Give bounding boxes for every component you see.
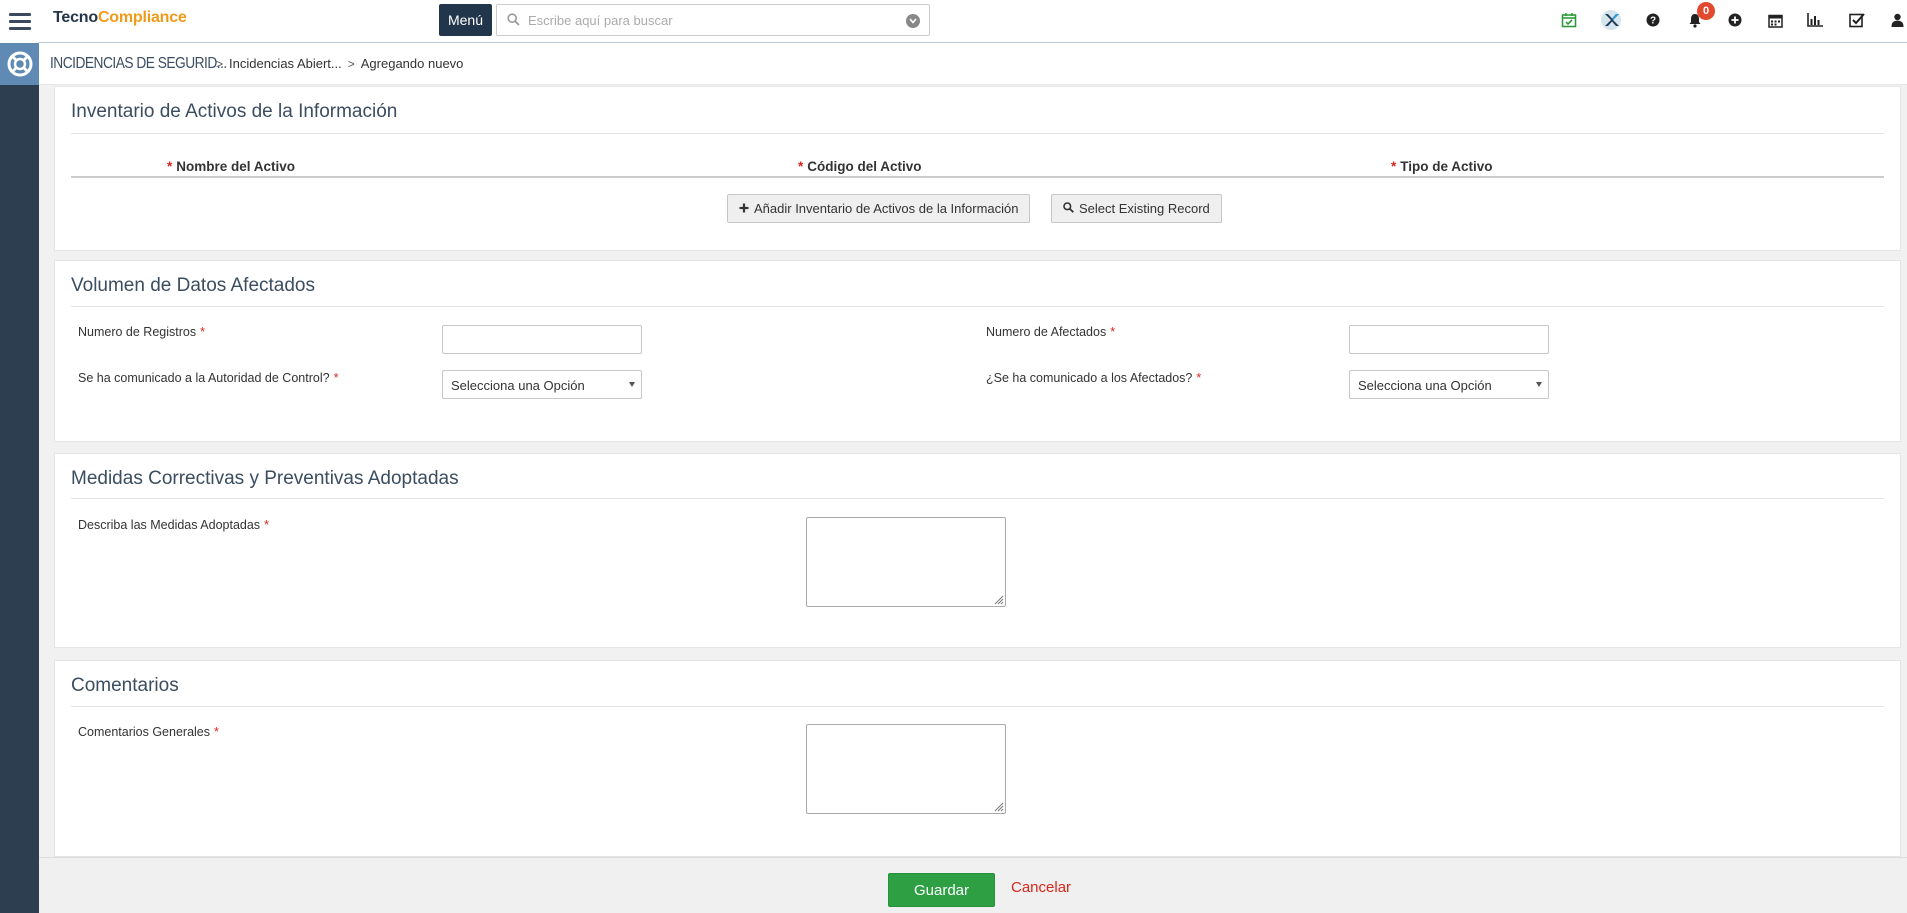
- comentarios-generales-label: Comentarios Generales *: [78, 725, 219, 739]
- plus-circle-icon[interactable]: [1723, 8, 1747, 32]
- divider: [71, 706, 1884, 707]
- select-existing-label: Select Existing Record: [1079, 201, 1210, 216]
- bar-chart-icon[interactable]: [1803, 8, 1827, 32]
- required-mark: *: [1391, 159, 1397, 174]
- dropdown-arrow-icon: [1536, 382, 1542, 387]
- resize-grip-icon[interactable]: [992, 593, 1004, 605]
- select-value: Selecciona una Opción: [1358, 378, 1492, 393]
- numero-registros-input[interactable]: [442, 325, 642, 354]
- calendar-icon[interactable]: [1763, 8, 1787, 32]
- search-input[interactable]: [528, 10, 888, 30]
- logo-text-compliance: Compliance: [97, 9, 187, 26]
- label-text: Describa las Medidas Adoptadas: [78, 518, 261, 532]
- column-header-nombre: * Nombre del Activo: [167, 159, 295, 174]
- select-value: Selecciona una Opción: [451, 378, 585, 393]
- breadcrumb-label: Agregando nuevo: [360, 56, 464, 71]
- column-header-tipo: * Tipo de Activo: [1391, 159, 1493, 174]
- breadcrumb-item-level3: > Agregando nuevo: [348, 56, 464, 71]
- help-icon[interactable]: ?: [1641, 8, 1665, 32]
- x-logo-icon[interactable]: [1599, 8, 1623, 32]
- required-mark: *: [333, 371, 339, 385]
- top-bar: TecnoCompliance Menú ? 0: [0, 0, 1907, 43]
- required-mark: *: [1110, 325, 1116, 339]
- label-text: Numero de Afectados: [986, 325, 1107, 339]
- numero-afectados-input[interactable]: [1349, 325, 1549, 354]
- divider: [71, 306, 1884, 307]
- left-rail: [0, 43, 39, 913]
- label-text: ¿Se ha comunicado a los Afectados?: [986, 371, 1193, 385]
- hamburger-menu-icon[interactable]: [0, 0, 39, 43]
- comentarios-generales-textarea[interactable]: [806, 724, 1006, 814]
- calendar-check-icon[interactable]: [1557, 8, 1581, 32]
- afectados-comunicado-select[interactable]: Selecciona una Opción: [1349, 370, 1549, 399]
- notification-badge[interactable]: 0: [1697, 2, 1715, 20]
- panel-inventario: Inventario de Activos de la Información …: [54, 86, 1901, 251]
- select-existing-record-button[interactable]: Select Existing Record: [1051, 194, 1222, 223]
- panel-title: Medidas Correctivas y Preventivas Adopta…: [71, 468, 459, 489]
- logo-text-tecno: Tecno: [53, 9, 98, 26]
- app-logo[interactable]: TecnoCompliance: [53, 9, 187, 27]
- required-mark: *: [1196, 371, 1202, 385]
- user-icon[interactable]: [1885, 8, 1907, 32]
- divider: [71, 498, 1884, 499]
- panel-medidas: Medidas Correctivas y Preventivas Adopta…: [54, 453, 1901, 648]
- label-text: Se ha comunicado a la Autoridad de Contr…: [78, 371, 330, 385]
- required-mark: *: [264, 518, 269, 532]
- afectados-comunicado-label: ¿Se ha comunicado a los Afectados? *: [986, 371, 1201, 385]
- breadcrumb-label: Incidencias Abiert...: [229, 56, 342, 71]
- table-header-rule: [71, 176, 1884, 178]
- column-header-codigo: * Código del Activo: [798, 159, 922, 174]
- search-icon: [1063, 201, 1074, 216]
- resize-grip-icon[interactable]: [992, 800, 1004, 812]
- menu-button[interactable]: Menú: [439, 4, 492, 36]
- add-inventario-button[interactable]: Añadir Inventario de Activos de la Infor…: [727, 194, 1031, 223]
- plus-icon: [739, 201, 749, 216]
- label-text: Comentarios Generales: [78, 725, 211, 739]
- dropdown-arrow-icon: [629, 382, 635, 387]
- label-text: Numero de Registros: [78, 325, 197, 339]
- required-mark: *: [200, 325, 205, 339]
- breadcrumb: INCIDENCIAS DE SEGURID... > Incidencias …: [39, 43, 1907, 85]
- required-mark: *: [798, 159, 804, 174]
- search-icon: [507, 13, 520, 29]
- save-button[interactable]: Guardar: [888, 873, 995, 907]
- numero-registros-label: Numero de Registros *: [78, 325, 205, 339]
- breadcrumb-module[interactable]: INCIDENCIAS DE SEGURID...: [50, 55, 227, 73]
- svg-text:?: ?: [1650, 16, 1656, 27]
- add-inventario-label: Añadir Inventario de Activos de la Infor…: [754, 201, 1019, 216]
- divider: [71, 133, 1884, 134]
- chevron-down-icon[interactable]: [906, 14, 920, 28]
- search-box[interactable]: [496, 4, 930, 36]
- required-mark: *: [214, 725, 219, 739]
- describa-medidas-label: Describa las Medidas Adoptadas *: [78, 518, 269, 532]
- autoridad-control-label: Se ha comunicado a la Autoridad de Contr…: [78, 371, 338, 385]
- describa-medidas-textarea[interactable]: [806, 517, 1006, 607]
- breadcrumb-item-level2[interactable]: > Incidencias Abiert...: [216, 56, 342, 71]
- column-header-label: Tipo de Activo: [1400, 159, 1493, 174]
- cancel-link[interactable]: Cancelar: [1011, 879, 1071, 896]
- panel-title: Inventario de Activos de la Información: [71, 101, 398, 122]
- column-header-label: Código del Activo: [807, 159, 922, 174]
- panel-volumen: Volumen de Datos Afectados Numero de Reg…: [54, 260, 1901, 442]
- lifebuoy-icon[interactable]: [0, 43, 39, 85]
- required-mark: *: [167, 159, 173, 174]
- chevron-right-icon: >: [347, 56, 355, 71]
- panel-title: Comentarios: [71, 675, 179, 696]
- numero-afectados-label: Numero de Afectados *: [986, 325, 1115, 339]
- checkbox-icon[interactable]: [1845, 8, 1869, 32]
- autoridad-control-select[interactable]: Selecciona una Opción: [442, 370, 642, 399]
- panel-comentarios: Comentarios Comentarios Generales *: [54, 660, 1901, 857]
- panel-title: Volumen de Datos Afectados: [71, 275, 315, 296]
- column-header-label: Nombre del Activo: [176, 159, 296, 174]
